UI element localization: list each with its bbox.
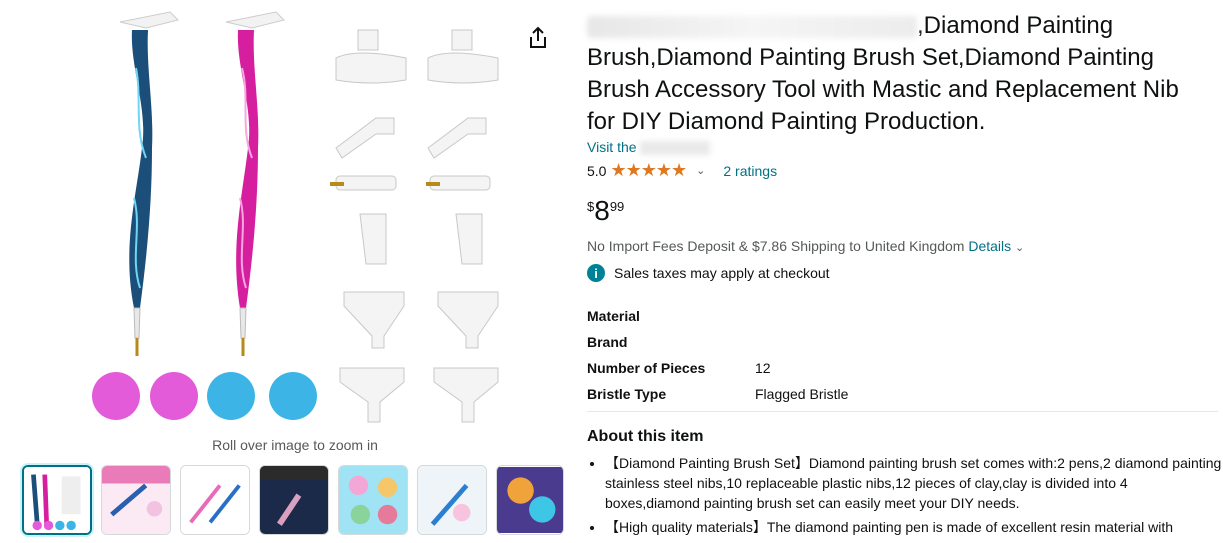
blue-pen-image (119, 11, 179, 356)
spec-row: Bristle Type Flagged Bristle (587, 381, 848, 407)
clay-swatch (150, 372, 198, 420)
clay-swatch (269, 372, 317, 420)
shipping-info: No Import Fees Deposit & $7.86 Shipping … (587, 238, 1024, 254)
metal-nib (330, 182, 344, 186)
thumbnail-5[interactable] (338, 465, 408, 535)
shipping-details-label: Details (968, 238, 1012, 254)
zoom-hint: Roll over image to zoom in (212, 437, 378, 453)
redacted-brand (587, 15, 917, 38)
rating-value: 5.0 (587, 162, 607, 179)
tax-note-row: i Sales taxes may apply at checkout (587, 264, 830, 282)
ratings-count-link[interactable]: 2 ratings (723, 163, 777, 179)
shipping-text: No Import Fees Deposit & $7.86 Shipping … (587, 238, 965, 254)
clay-swatches (92, 372, 317, 420)
replacement-nibs-image (335, 29, 499, 423)
pink-pen-image (225, 11, 285, 356)
list-item: 【Diamond Painting Brush Set】Diamond pain… (605, 453, 1223, 513)
thumbnail-1[interactable] (22, 465, 92, 535)
spec-key: Number of Pieces (587, 360, 706, 376)
price-fraction: 99 (609, 199, 625, 214)
redacted-store-name (640, 141, 711, 156)
thumbnail-6[interactable] (417, 465, 487, 535)
spec-row: Brand (587, 329, 848, 355)
about-heading: About this item (587, 428, 704, 445)
metal-nib (426, 182, 440, 186)
thumbnail-4[interactable] (259, 465, 329, 535)
spec-key: Bristle Type (587, 386, 667, 402)
star-rating-icon[interactable]: ★★★★★ (610, 160, 687, 181)
list-item: 【High quality materials】The diamond pain… (605, 517, 1223, 537)
chevron-down-icon[interactable]: ⌄ (696, 164, 705, 177)
spec-value: 12 (755, 360, 771, 376)
chevron-down-icon: ⌄ (1015, 242, 1025, 254)
visit-store-link[interactable]: Visit the (587, 139, 711, 156)
price: $899 (587, 195, 624, 227)
shipping-details-link[interactable]: Details ⌄ (968, 238, 1024, 254)
about-bullets: 【Diamond Painting Brush Set】Diamond pain… (587, 453, 1223, 541)
spec-key: Brand (587, 334, 628, 350)
price-whole: 8 (594, 195, 610, 226)
tax-note: Sales taxes may apply at checkout (614, 265, 830, 281)
spec-value (755, 303, 848, 329)
spec-key: Material (587, 308, 640, 324)
product-specs-table: Material Brand Number of Pieces 12 Bristl… (587, 303, 848, 407)
main-product-image[interactable] (90, 8, 510, 428)
clay-swatch (207, 372, 255, 420)
spec-value (755, 329, 848, 355)
divider (587, 411, 1218, 412)
clay-swatch (92, 372, 140, 420)
thumbnail-3[interactable] (180, 465, 250, 535)
spec-row: Material (587, 303, 848, 329)
product-title: ,Diamond Painting Brush,Diamond Painting… (587, 10, 1207, 138)
visit-store-text: Visit the (587, 139, 637, 155)
rating-row: 5.0 ★★★★★ ⌄ 2 ratings (587, 160, 777, 181)
share-icon[interactable] (527, 26, 549, 50)
spec-row: Number of Pieces 12 (587, 355, 848, 381)
thumbnail-2[interactable] (101, 465, 171, 535)
info-icon[interactable]: i (587, 264, 605, 282)
price-symbol: $ (587, 199, 595, 214)
thumbnail-7[interactable] (496, 465, 564, 535)
spec-value: Flagged Bristle (755, 386, 849, 402)
